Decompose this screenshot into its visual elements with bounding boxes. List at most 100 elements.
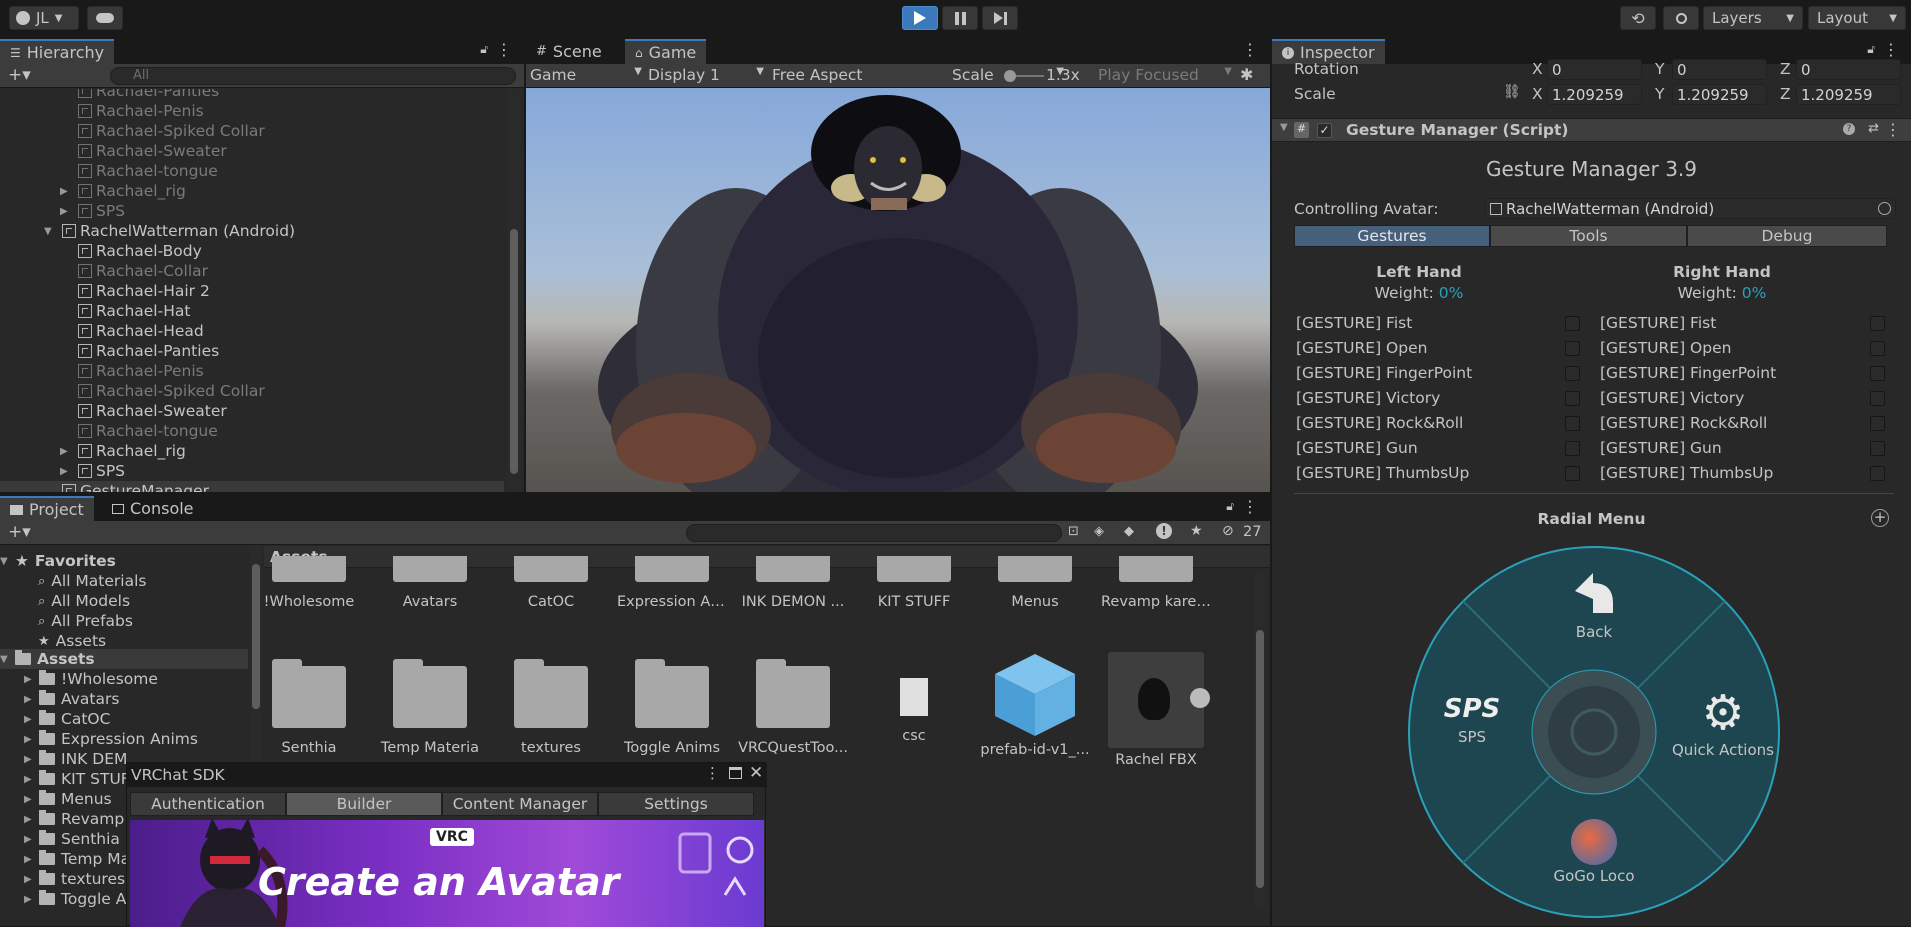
foldout-expanded-icon[interactable]: ▼ [44,226,56,237]
hierarchy-row[interactable]: GestureManager [0,481,504,492]
lock-icon[interactable]: 🔓︎ [1867,42,1875,57]
foldout-icon[interactable]: ▶ [24,754,36,765]
foldout-icon[interactable]: ▶ [60,466,72,477]
asset-folder[interactable]: INK DEMON ... [738,556,848,610]
scale-x-field[interactable]: 1.209259 [1547,84,1642,105]
slider-thumb[interactable] [1004,70,1016,82]
asset-folder[interactable]: Menus [980,556,1090,610]
link-icon[interactable]: ⛓ [1503,84,1521,100]
right-gesture-checkbox[interactable] [1870,416,1885,431]
foldout-icon[interactable]: ▶ [24,774,36,785]
asset-folder[interactable]: KIT STUFF [859,556,969,610]
asset-prefab[interactable]: prefab-id-v1_... [980,654,1090,758]
more-icon[interactable]: ⋮ [1242,497,1258,516]
asset-folder[interactable]: Revamp karelia [1101,556,1211,610]
foldout-icon[interactable]: ▶ [24,674,36,685]
hierarchy-row[interactable]: ▶ Rachael_rig [0,181,504,201]
favorite-item[interactable]: ⌕ All Prefabs [0,611,245,631]
asset-folder[interactable]: Temp Materia [375,659,485,756]
assets-root[interactable]: ▼ Assets [0,649,248,669]
radial-gogo-loco-button[interactable]: GoGo Loco [1539,819,1649,885]
cloud-button[interactable] [87,6,123,30]
hierarchy-row[interactable]: Rachael-Hair 2 [0,281,504,301]
tab-game[interactable]: ⌂ Game [625,39,707,64]
hierarchy-row[interactable]: Rachael-Penis [0,101,504,121]
left-gesture-checkbox[interactable] [1565,366,1580,381]
lock-icon[interactable]: 🔓︎ [1226,499,1234,514]
sdk-tab[interactable]: Builder [286,792,442,816]
add-icon[interactable]: + [1871,509,1889,527]
favorite-item[interactable]: ⌕ All Models [0,591,245,611]
play-button[interactable] [902,6,938,30]
radial-quick-actions-button[interactable]: ⚙ Quick Actions [1668,689,1778,759]
account-dropdown[interactable]: JL ▼ [9,6,79,30]
foldout-icon[interactable]: ▶ [60,186,72,197]
scroll-thumb[interactable] [510,229,518,474]
add-icon[interactable]: +▾ [8,65,31,85]
right-gesture-checkbox[interactable] [1870,391,1885,406]
asset-file[interactable]: csc [859,666,969,744]
right-gesture-checkbox[interactable] [1870,466,1885,481]
step-button[interactable] [982,6,1018,30]
hierarchy-row[interactable]: Rachael-tongue [0,161,504,181]
scale-z-field[interactable]: 1.209259 [1796,84,1901,105]
hierarchy-row[interactable]: Rachael-Hat [0,301,504,321]
scale-slider[interactable] [1004,70,1044,82]
hierarchy-row[interactable]: Rachael-Sweater [0,141,504,161]
asset-folder[interactable]: !Wholesome [264,556,364,610]
asset-folder[interactable]: Senthia [264,659,364,756]
foldout-icon[interactable]: ▶ [24,854,36,865]
game-viewport[interactable] [526,88,1270,492]
search-scene-icon[interactable]: ⊡ [1068,524,1079,539]
asset-folder[interactable]: VRCQuestToo... [738,659,848,756]
assets-tree-item[interactable]: ▶ Avatars [0,689,245,709]
more-icon[interactable]: ⋮ [1242,40,1258,59]
more-icon[interactable]: ⋮ [1885,120,1901,139]
star-icon[interactable]: ★ [1190,523,1203,539]
foldout-icon[interactable]: ▶ [60,206,72,217]
hierarchy-row[interactable]: ▶ Rachael_rig [0,441,504,461]
more-icon[interactable]: ⋮ [1883,40,1899,59]
rotation-x-field[interactable]: 0 [1547,59,1642,80]
assets-tree-item[interactable]: ▶ CatOC [0,709,245,729]
layers-dropdown[interactable]: Layers ▼ [1703,6,1803,30]
foldout-icon[interactable]: ▶ [24,814,36,825]
left-gesture-checkbox[interactable] [1565,391,1580,406]
foldout-icon[interactable]: ▶ [24,714,36,725]
sdk-tab[interactable]: Content Manager [442,792,598,816]
close-icon[interactable]: ✕ [749,763,763,783]
scroll-thumb[interactable] [252,564,260,709]
left-gesture-checkbox[interactable] [1565,441,1580,456]
sdk-tab[interactable]: Settings [598,792,754,816]
search-button[interactable] [1663,6,1699,30]
asset-folder[interactable]: textures [496,659,606,756]
controlling-avatar-field[interactable]: RachelWatterman (Android) [1485,198,1896,219]
hierarchy-row[interactable]: Rachael-Spiked Collar [0,381,504,401]
filter-type-icon[interactable]: ◈ [1094,524,1104,539]
hierarchy-row[interactable]: Rachael-tongue [0,421,504,441]
foldout-icon[interactable]: ▶ [24,734,36,745]
tab-tools[interactable]: Tools [1490,225,1687,247]
target-icon[interactable] [1878,202,1891,215]
hierarchy-row[interactable]: Rachael-Head [0,321,504,341]
right-gesture-checkbox[interactable] [1870,341,1885,356]
favorites-header[interactable]: ▼ ★ Favorites [0,551,245,571]
tab-project[interactable]: Project [0,496,94,521]
foldout-icon[interactable]: ▶ [24,894,36,905]
right-gesture-checkbox[interactable] [1870,366,1885,381]
hierarchy-scrollbar[interactable] [507,89,521,492]
tab-hierarchy[interactable]: ☰ Hierarchy [0,39,115,64]
foldout-icon[interactable]: ▶ [24,794,36,805]
bug-icon[interactable]: ✱ [1240,65,1253,84]
scale-y-field[interactable]: 1.209259 [1672,84,1767,105]
asset-folder[interactable]: Toggle Anims [617,659,727,756]
hierarchy-row[interactable]: Rachael-Penis [0,361,504,381]
asset-model[interactable]: Rachel FBX [1101,652,1211,768]
left-gesture-checkbox[interactable] [1565,416,1580,431]
tab-debug[interactable]: Debug [1687,225,1887,247]
right-gesture-checkbox[interactable] [1870,316,1885,331]
play-focused-dropdown[interactable]: Play Focused ▼ [1098,66,1232,86]
foldout-icon[interactable]: ▼ [1280,122,1288,133]
hierarchy-row[interactable]: Rachael-Collar [0,261,504,281]
favorite-item[interactable]: ⌕ All Materials [0,571,245,591]
